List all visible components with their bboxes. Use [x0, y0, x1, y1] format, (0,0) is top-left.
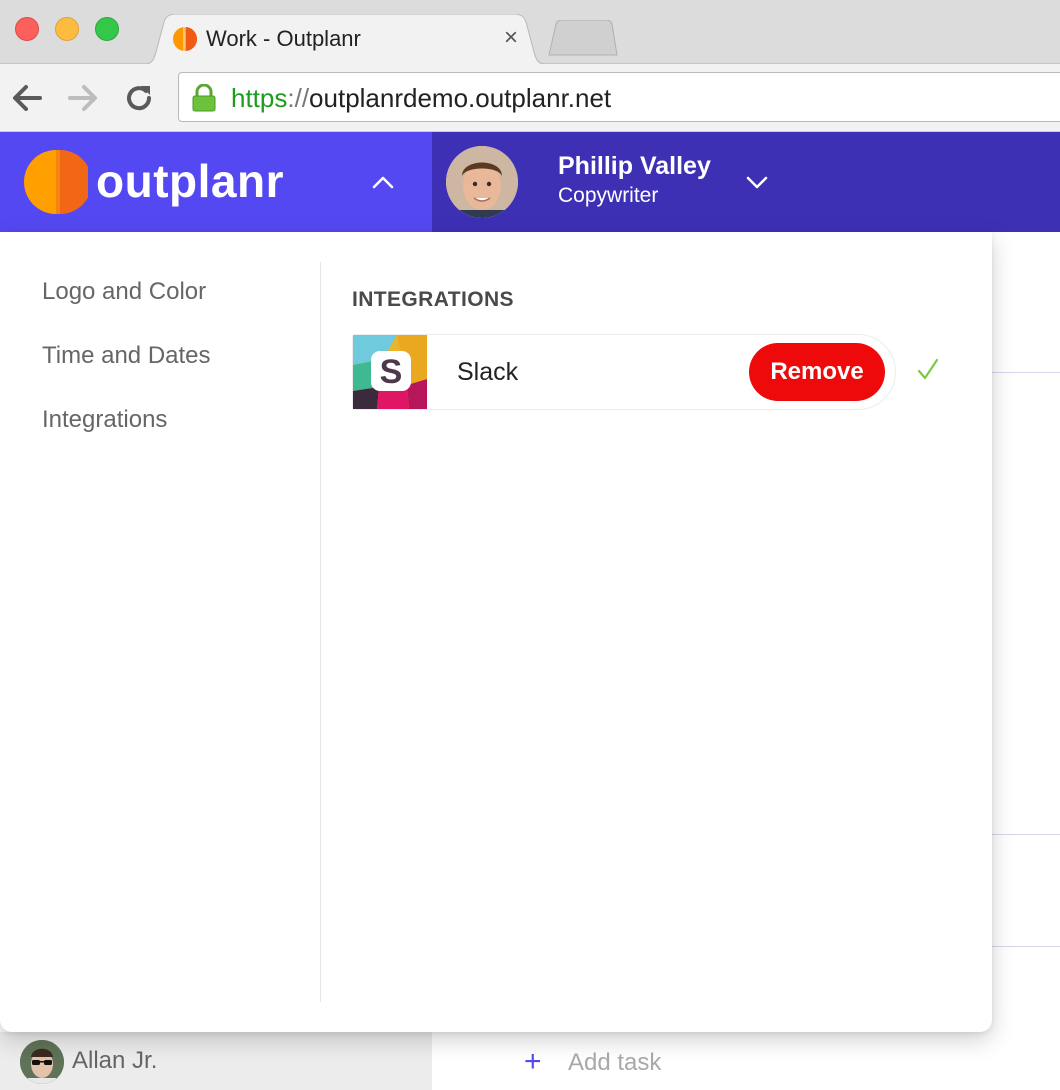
avatar-photo	[446, 146, 518, 218]
panel-divider	[320, 262, 321, 1002]
outplanr-logo-icon	[24, 150, 88, 214]
background-divider	[992, 372, 1060, 373]
window-close-button[interactable]	[15, 17, 39, 41]
avatar	[20, 1040, 64, 1084]
window-maximize-button[interactable]	[95, 17, 119, 41]
browser-tab-active[interactable]: Work - Outplanr ×	[140, 14, 550, 66]
remove-integration-button[interactable]: Remove	[749, 343, 885, 401]
avatar-photo	[20, 1040, 64, 1084]
background-divider	[992, 946, 1060, 947]
window-minimize-button[interactable]	[55, 17, 79, 41]
avatar	[446, 146, 518, 218]
address-bar[interactable]: https://outplanrdemo.outplanr.net	[178, 72, 1060, 122]
check-icon	[917, 358, 939, 380]
sidebar-item-time-and-dates[interactable]: Time and Dates	[42, 342, 211, 370]
slack-logo-graphic: S	[353, 335, 427, 409]
settings-panel: Logo and Color Time and Dates Integratio…	[0, 232, 992, 1032]
browser-titlebar: Work - Outplanr ×	[0, 0, 1060, 66]
background-divider	[992, 834, 1060, 835]
app-header-brand: outplanr	[0, 132, 432, 232]
section-title: INTEGRATIONS	[352, 288, 514, 311]
outplanr-favicon-icon	[173, 27, 197, 51]
back-arrow-icon[interactable]	[10, 82, 44, 114]
team-member-row[interactable]: Allan Jr.	[0, 1032, 432, 1090]
user-menu[interactable]: Phillip Valley Copywriter	[432, 132, 1060, 232]
forward-arrow-icon[interactable]	[66, 82, 100, 114]
chevron-up-icon[interactable]	[371, 174, 395, 190]
tab-close-icon[interactable]: ×	[500, 24, 522, 52]
svg-text:S: S	[380, 353, 403, 391]
url-separator: ://	[287, 83, 310, 113]
user-name: Phillip Valley	[558, 152, 711, 180]
sidebar-item-logo-and-color[interactable]: Logo and Color	[42, 278, 206, 306]
integration-row-slack: S Slack Remove	[352, 334, 896, 410]
reload-icon[interactable]	[122, 82, 156, 114]
plus-icon: +	[524, 1045, 542, 1078]
url-host: outplanrdemo.outplanr.net	[309, 83, 612, 113]
slack-logo-icon: S	[353, 335, 427, 409]
brand-name: outplanr	[96, 155, 284, 207]
chevron-down-icon[interactable]	[745, 174, 769, 190]
new-tab-button[interactable]	[548, 20, 618, 56]
lock-icon	[192, 84, 216, 112]
url-scheme: https	[231, 83, 288, 113]
sidebar-item-integrations[interactable]: Integrations	[42, 406, 167, 434]
browser-toolbar: https://outplanrdemo.outplanr.net	[0, 64, 1060, 132]
add-task-label: Add task	[568, 1049, 662, 1076]
team-member-name: Allan Jr.	[72, 1047, 158, 1074]
user-role: Copywriter	[558, 184, 659, 207]
tab-title: Work - Outplanr	[206, 26, 361, 51]
url-text: https://outplanrdemo.outplanr.net	[231, 83, 611, 114]
integration-name: Slack	[457, 358, 519, 386]
